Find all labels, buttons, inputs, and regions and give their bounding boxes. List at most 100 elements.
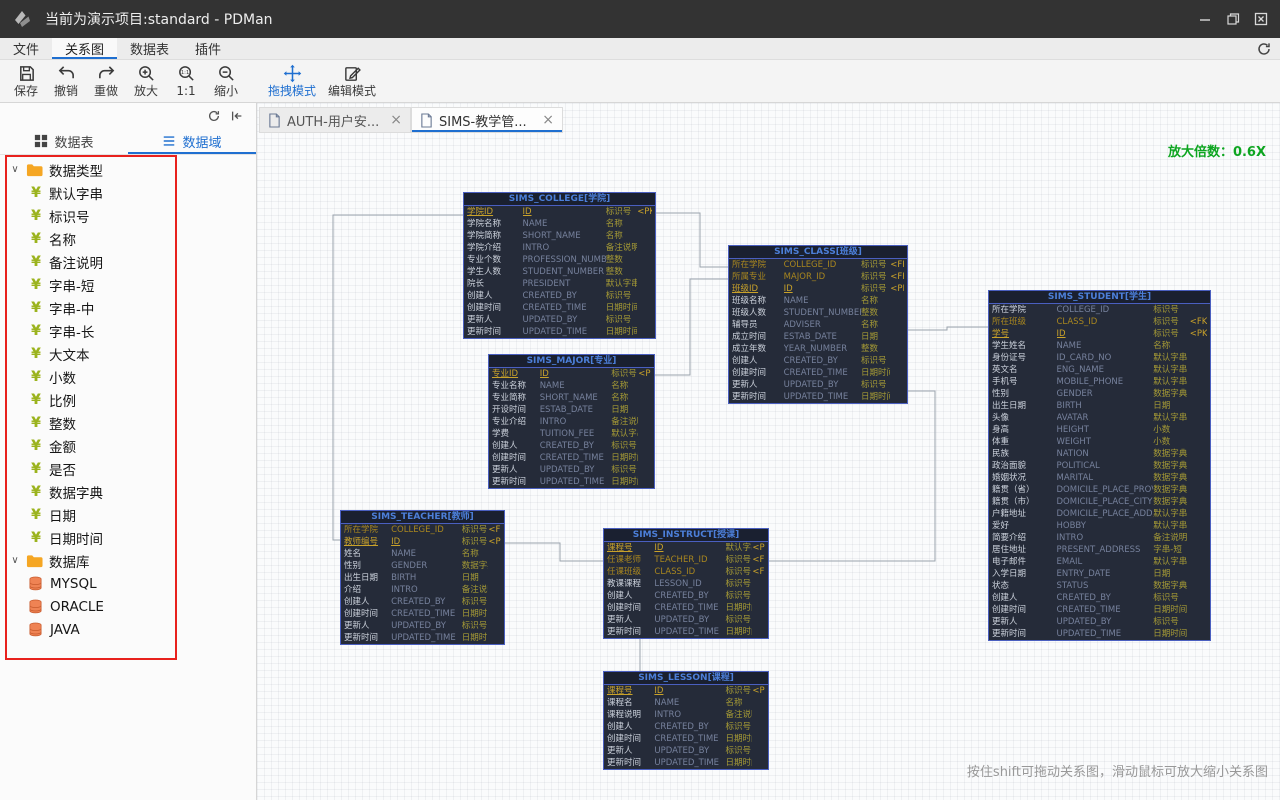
- chevron-down-icon[interactable]: ∨: [10, 555, 20, 566]
- field-key-marker: [488, 560, 501, 572]
- tree-item-database[interactable]: MYSQL: [0, 572, 256, 595]
- field-type: 整数: [860, 308, 878, 318]
- field-cn-name: 专业介绍: [492, 417, 527, 427]
- field-type: 字串-短: [1153, 545, 1182, 555]
- close-tab-icon[interactable]: ×: [390, 113, 402, 127]
- field-cn-name: 入学日期: [992, 569, 1027, 579]
- sidebar-tab-datadomain[interactable]: 数据域: [128, 128, 256, 154]
- tree-item-datatype[interactable]: ¥ 日期时间: [0, 526, 256, 549]
- tree-item-database[interactable]: ORACLE: [0, 595, 256, 618]
- tree-folder[interactable]: ∨ 数据类型: [0, 158, 256, 181]
- tree-item-label: 默认字串: [49, 186, 103, 203]
- table-row: 手机号 MOBILE_PHONE 默认字串: [989, 376, 1210, 388]
- tree-folder[interactable]: ∨ 数据库: [0, 549, 256, 572]
- er-table[interactable]: SIMS_LESSON[课程]课程号ID标识号<PK>课程名NAME名称课程说明…: [603, 671, 769, 770]
- field-type: 标识号: [860, 356, 887, 366]
- toolbar-button-redo[interactable]: 重做: [86, 64, 126, 98]
- field-en-name: YEAR_NUMBER: [783, 344, 848, 354]
- toolbar-button-edit-mode[interactable]: 编辑模式: [322, 64, 382, 98]
- datatype-icon: ¥: [31, 391, 41, 408]
- field-key-marker: [638, 392, 651, 404]
- field-en-name: INTRO: [522, 243, 550, 253]
- tree-item-datatype[interactable]: ¥ 字串-短: [0, 273, 256, 296]
- field-type: 标识号: [725, 555, 751, 565]
- er-table[interactable]: SIMS_CLASS[班级]所在学院COLLEGE_ID标识号<FK>所属专业M…: [728, 245, 908, 404]
- field-cn-name: 学院ID: [467, 207, 494, 217]
- table-row: 专业个数 PROFESSION_NUMBER整数: [464, 254, 655, 266]
- tree-item-datatype[interactable]: ¥ 日期: [0, 503, 256, 526]
- refresh-icon[interactable]: [207, 109, 221, 123]
- tree-item-database[interactable]: JAVA: [0, 618, 256, 641]
- toolbar-button-undo[interactable]: 撤销: [46, 64, 86, 98]
- toolbar-button-zoom-reset[interactable]: 1:1 1:1: [166, 64, 206, 98]
- menu-item[interactable]: 数据表: [117, 38, 182, 59]
- tree-item-datatype[interactable]: ¥ 整数: [0, 411, 256, 434]
- tree-item-datatype[interactable]: ¥ 是否: [0, 457, 256, 480]
- table-title: SIMS_CLASS[班级]: [729, 246, 907, 259]
- minimize-icon[interactable]: [1198, 12, 1212, 26]
- field-en-name: CLASS_ID: [654, 567, 696, 577]
- menu-item[interactable]: 文件: [0, 38, 52, 59]
- field-key-marker: [488, 584, 501, 596]
- er-table[interactable]: SIMS_MAJOR[专业]专业IDID标识号<PK>专业名称NAME名称专业简…: [488, 354, 655, 489]
- diagram-tab[interactable]: AUTH-用户安... ×: [259, 107, 411, 133]
- field-type: 日期: [611, 405, 629, 415]
- field-en-name: NAME: [654, 698, 680, 708]
- table-row: 介绍 INTRO 备注说明: [341, 584, 504, 596]
- field-en-name: DOMICILE_PLACE_PROVINCE: [1056, 485, 1154, 495]
- field-type: 标识号: [1153, 617, 1179, 627]
- tree-item-datatype[interactable]: ¥ 字串-中: [0, 296, 256, 319]
- table-title: SIMS_INSTRUCT[授课]: [604, 529, 768, 542]
- tree-item-label: 数据字典: [49, 485, 103, 502]
- tree-item-datatype[interactable]: ¥ 小数: [0, 365, 256, 388]
- toolbar-button-zoom-out[interactable]: 缩小: [206, 64, 246, 98]
- field-key-marker: [1190, 628, 1207, 640]
- chevron-down-icon[interactable]: ∨: [10, 164, 20, 175]
- sync-icon[interactable]: [1256, 41, 1272, 57]
- menu-item[interactable]: 插件: [182, 38, 234, 59]
- tree-item-datatype[interactable]: ¥ 备注说明: [0, 250, 256, 273]
- restore-icon[interactable]: [1226, 12, 1240, 26]
- tree-item-datatype[interactable]: ¥ 金额: [0, 434, 256, 457]
- toolbar-button-drag-mode[interactable]: 拖拽模式: [262, 64, 322, 98]
- table-row: 所在学院 COLLEGE_ID 标识号<FK>: [729, 259, 907, 271]
- tree-item-datatype[interactable]: ¥ 比例: [0, 388, 256, 411]
- field-cn-name: 创建人: [732, 356, 758, 366]
- toolbar-button-zoom-in[interactable]: 放大: [126, 64, 166, 98]
- er-table[interactable]: SIMS_INSTRUCT[授课]课程号 ID 默认字串<PK> 任课老师 TEACHE…: [603, 528, 769, 639]
- toolbar-button-save[interactable]: 保存: [6, 64, 46, 98]
- field-type: 标识号: [1153, 305, 1179, 315]
- close-tab-icon[interactable]: ×: [542, 113, 554, 127]
- close-icon[interactable]: [1254, 12, 1268, 26]
- diagram-canvas[interactable]: SIMS_COLLEGE[学院]学院IDID标识号<PK>学院名称NAME名称学…: [257, 103, 1280, 800]
- table-row: 更新人 UPDATED_BY 标识号: [604, 745, 768, 757]
- window-title: 当前为演示项目:standard - PDMan: [45, 12, 273, 28]
- er-table[interactable]: SIMS_COLLEGE[学院]学院IDID标识号<PK>学院名称NAME名称学…: [463, 192, 656, 339]
- collapse-sidebar-icon[interactable]: [230, 109, 244, 123]
- tree-item-datatype[interactable]: ¥ 标识号: [0, 204, 256, 227]
- field-en-name: NAME: [391, 549, 416, 559]
- menu-item[interactable]: 关系图: [52, 38, 118, 59]
- field-type: 默认字串: [1153, 521, 1188, 531]
- field-en-name: CREATED_BY: [654, 591, 709, 601]
- field-en-name: GENDER: [1056, 389, 1093, 399]
- tree-item-datatype[interactable]: ¥ 数据字典: [0, 480, 256, 503]
- er-table[interactable]: SIMS_STUDENT[学生] 所在学院 COLLEGE_ID 标识号 所在班级 CLA…: [988, 290, 1211, 641]
- field-cn-name: 英文名: [992, 365, 1018, 375]
- er-table[interactable]: SIMS_TEACHER[教师]所在学院COLLEGE_ID标识号<FK>教师编…: [340, 510, 505, 645]
- field-en-name: COLLEGE_ID: [1056, 305, 1110, 315]
- tree-item-datatype[interactable]: ¥ 大文本: [0, 342, 256, 365]
- field-key-marker: [637, 218, 652, 230]
- tree-item-datatype[interactable]: ¥ 名称: [0, 227, 256, 250]
- tree-item-datatype[interactable]: ¥ 字串-长: [0, 319, 256, 342]
- tree-item-datatype[interactable]: ¥ 默认字串: [0, 181, 256, 204]
- sidebar-tab-datatable[interactable]: 数据表: [0, 128, 128, 154]
- field-key-marker: [488, 596, 501, 608]
- diagram-tab[interactable]: SIMS-教学管... ×: [411, 107, 563, 133]
- field-cn-name: 课程说明: [607, 710, 642, 720]
- field-key-marker: [637, 266, 652, 278]
- field-cn-name: 开设时间: [492, 405, 527, 415]
- field-type: 标识号: [725, 579, 751, 589]
- table-row: 学院名称 NAME 名称: [464, 218, 655, 230]
- field-key-marker: <PK>: [890, 284, 904, 294]
